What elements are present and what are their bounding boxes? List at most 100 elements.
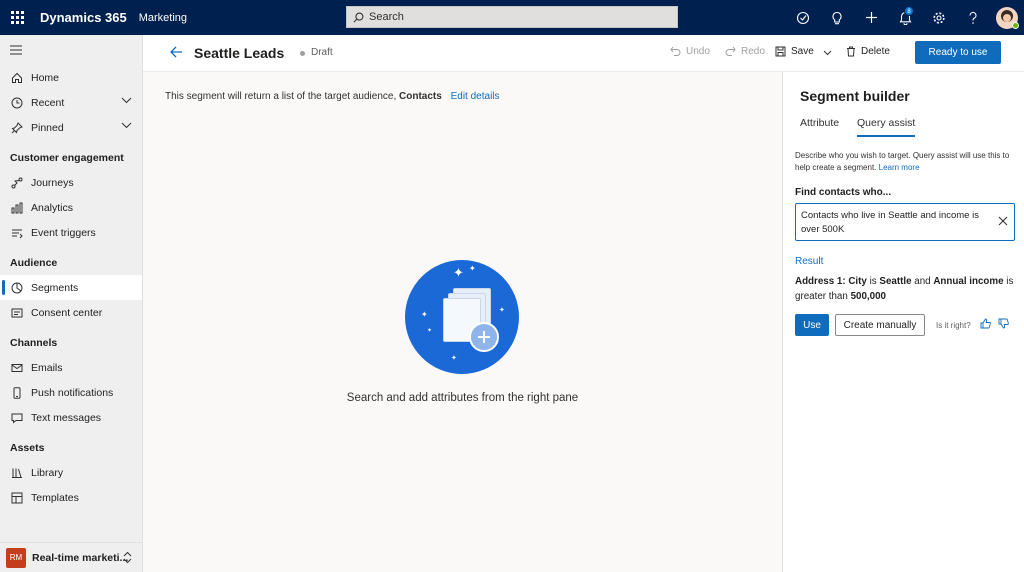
sidebar-item-label: Consent center (31, 306, 103, 319)
trash-icon (847, 46, 855, 57)
sidebar-section-customer-engagement: Customer engagement (10, 151, 124, 164)
sidebar-item-text-messages[interactable]: Text messages (0, 405, 142, 430)
sidebar-item-label: Journeys (31, 176, 74, 189)
status-dot-icon (300, 51, 305, 56)
sidebar-item-push-notifications[interactable]: Push notifications (0, 380, 142, 405)
phone-icon (10, 386, 24, 400)
use-button[interactable]: Use (795, 314, 829, 336)
top-bar: Dynamics 365 Marketing Search 8 (0, 0, 1024, 35)
app-launcher-icon[interactable] (0, 0, 34, 35)
sidebar-item-event-triggers[interactable]: Event triggers (0, 220, 142, 245)
page-title: Seattle Leads (194, 45, 285, 61)
query-assist-input[interactable]: Contacts who live in Seattle and income … (795, 203, 1015, 241)
feedback-label: Is it right? (936, 321, 971, 330)
user-avatar[interactable] (990, 0, 1024, 35)
global-search-input[interactable]: Search (346, 6, 678, 28)
chevron-down-icon[interactable] (121, 122, 132, 129)
hamburger-menu-icon[interactable] (0, 35, 142, 65)
library-icon (10, 466, 24, 480)
tab-attribute[interactable]: Attribute (800, 117, 839, 137)
area-label: Real-time marketi... (32, 551, 129, 564)
create-manually-button[interactable]: Create manually (835, 314, 925, 336)
settings-gear-icon[interactable] (922, 0, 956, 35)
notifications-bell-icon[interactable]: 8 (888, 0, 922, 35)
sidebar-item-label: Emails (31, 361, 63, 374)
sidebar-section-channels: Channels (10, 336, 58, 349)
sidebar-item-consent-center[interactable]: Consent center (0, 300, 142, 325)
sidebar-item-label: Segments (31, 281, 79, 294)
sidebar-item-label: Push notifications (31, 386, 114, 399)
plus-icon[interactable] (854, 0, 888, 35)
save-button[interactable]: Save (775, 46, 814, 57)
redo-button[interactable]: Redo (725, 46, 765, 57)
delete-button[interactable]: Delete (846, 46, 890, 57)
back-arrow-icon[interactable] (169, 45, 183, 59)
thumbs-down-icon[interactable] (998, 318, 1009, 329)
command-bar: Seattle Leads Draft Undo Redo Save Delet… (143, 35, 1024, 72)
home-icon (10, 71, 24, 85)
sidebar-item-home[interactable]: Home (0, 65, 142, 90)
sidebar-item-pinned[interactable]: Pinned (0, 115, 142, 140)
search-icon (353, 12, 364, 22)
ready-to-use-button[interactable]: Ready to use (915, 41, 1001, 64)
sidebar-item-analytics[interactable]: Analytics (0, 195, 142, 220)
query-assist-help-text: Describe who you wish to target. Query a… (795, 151, 1010, 172)
search-placeholder: Search (369, 11, 404, 23)
save-options-chevron-icon[interactable] (823, 50, 832, 56)
sidebar-item-label: Templates (31, 491, 79, 504)
pane-title: Segment builder (800, 88, 910, 104)
sidebar-item-recent[interactable]: Recent (0, 90, 142, 115)
help-question-icon[interactable] (956, 0, 990, 35)
result-label: Result (795, 256, 824, 267)
edit-details-link[interactable]: Edit details (451, 91, 500, 102)
segment-builder-pane: Segment builder Attribute Query assist D… (782, 72, 1024, 572)
sidebar-section-audience: Audience (10, 256, 58, 269)
area-switcher[interactable]: RM Real-time marketi... (0, 542, 142, 572)
template-icon (10, 491, 24, 505)
query-result-text: Address 1: City is Seattle and Annual in… (795, 276, 1014, 302)
lightbulb-icon[interactable] (820, 0, 854, 35)
status-badge: Draft (311, 47, 333, 58)
undo-icon (670, 46, 681, 56)
mail-icon (10, 361, 24, 375)
sidebar-item-label: Analytics (31, 201, 74, 214)
sidebar: Home Recent Pinned Customer engagement J… (0, 35, 143, 572)
sidebar-item-label: Library (31, 466, 64, 479)
chat-icon (10, 411, 24, 425)
app-name: Marketing (138, 11, 188, 24)
area-badge: RM (6, 547, 26, 568)
sidebar-item-label: Pinned (31, 121, 64, 134)
clear-close-icon[interactable] (998, 216, 1008, 226)
journey-icon (10, 176, 24, 190)
add-icon (469, 322, 499, 352)
sidebar-item-label: Event triggers (31, 226, 96, 239)
tab-query-assist[interactable]: Query assist (857, 117, 916, 137)
trigger-icon (10, 226, 24, 240)
sidebar-item-segments[interactable]: Segments (0, 275, 142, 300)
target-entity: Contacts (399, 91, 442, 102)
sidebar-item-library[interactable]: Library (0, 460, 142, 485)
brand-name[interactable]: Dynamics 365 (40, 10, 127, 25)
sidebar-item-label: Text messages (31, 411, 102, 424)
chevron-down-icon[interactable] (121, 97, 132, 104)
sidebar-item-emails[interactable]: Emails (0, 355, 142, 380)
pin-icon (10, 121, 24, 135)
sidebar-item-label: Recent (31, 96, 65, 109)
redo-icon (725, 46, 736, 56)
segment-canvas: This segment will return a list of the t… (143, 72, 782, 572)
segments-icon (10, 281, 24, 295)
sidebar-item-journeys[interactable]: Journeys (0, 170, 142, 195)
empty-state-illustration: ✦ ✦ ✦ ✦ ✦ ✦ (405, 260, 519, 374)
sidebar-section-assets: Assets (10, 441, 45, 454)
assistant-icon[interactable] (786, 0, 820, 35)
analytics-icon (10, 201, 24, 215)
sidebar-item-templates[interactable]: Templates (0, 485, 142, 510)
learn-more-link[interactable]: Learn more (879, 163, 920, 172)
save-icon (775, 46, 786, 57)
undo-button[interactable]: Undo (670, 46, 710, 57)
clock-icon (10, 96, 24, 110)
thumbs-up-icon[interactable] (980, 318, 991, 329)
empty-state-message: Search and add attributes from the right… (346, 392, 579, 404)
segment-description: This segment will return a list of the t… (165, 91, 500, 102)
chevron-up-down-icon (123, 551, 132, 564)
